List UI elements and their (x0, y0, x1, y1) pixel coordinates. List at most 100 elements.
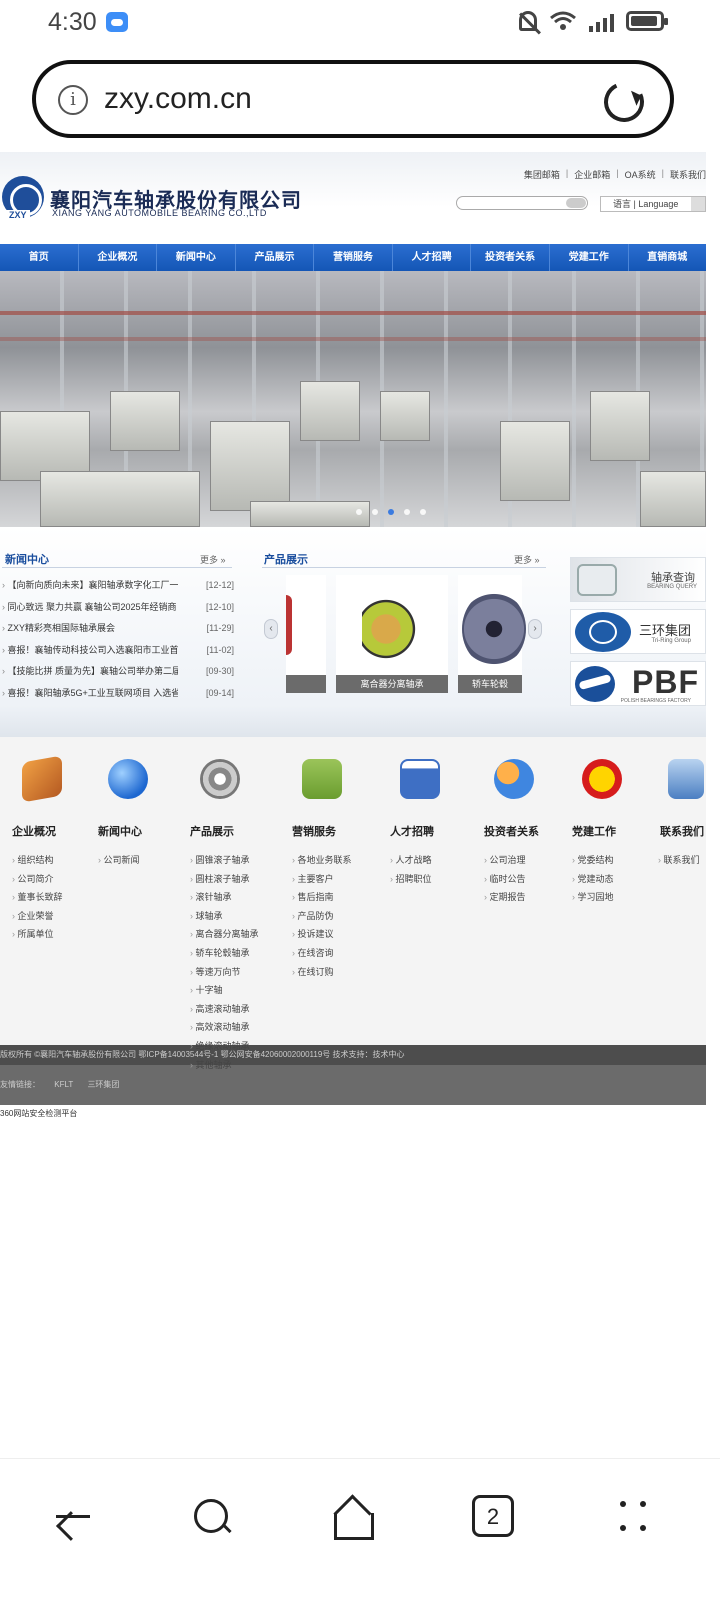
category-link[interactable]: 定期报告 (484, 888, 574, 907)
cloud-app-icon (106, 12, 128, 32)
category-link[interactable]: 公司新闻 (98, 851, 188, 870)
footer-link[interactable]: 三环集团 (87, 1080, 119, 1089)
category-link[interactable]: 招聘职位 (390, 870, 480, 889)
category-title[interactable]: 新闻中心 (98, 823, 188, 839)
category-link[interactable]: 党委结构 (572, 851, 662, 870)
url-text[interactable]: zxy.com.cn (104, 82, 252, 116)
news-item[interactable]: ZXY精彩亮相国际轴承展会[11-29] (2, 618, 235, 640)
category-link[interactable]: 售后指南 (292, 888, 382, 907)
category-link[interactable]: 所属单位 (12, 925, 102, 944)
address-bar[interactable]: i zxy.com.cn (32, 60, 674, 138)
nav-investors[interactable]: 投资者关系 (471, 244, 550, 271)
category-link[interactable]: 轿车轮毂轴承 (190, 944, 280, 963)
top-link-contact[interactable]: 联系我们 (670, 168, 706, 181)
category-link[interactable]: 董事长致辞 (12, 888, 102, 907)
category-title[interactable]: 营销服务 (292, 823, 382, 839)
carousel-dot[interactable] (372, 509, 378, 515)
top-link-company-mail[interactable]: 企业邮箱 (574, 168, 610, 181)
info-icon[interactable]: i (58, 85, 88, 115)
category-link[interactable]: 人才战略 (390, 851, 480, 870)
news-item[interactable]: 喜报！襄轴传动科技公司入选襄阳市工业首[11-02] (2, 640, 235, 662)
category-title[interactable]: 投资者关系 (484, 823, 574, 839)
products-title[interactable]: 产品展示 (264, 551, 308, 567)
category-title[interactable]: 人才招聘 (390, 823, 480, 839)
back-arrow-icon[interactable] (48, 1495, 92, 1539)
top-link-group-mail[interactable]: 集团邮箱 (524, 168, 560, 181)
nav-jobs[interactable]: 人才招聘 (393, 244, 472, 271)
carousel-dot[interactable] (420, 509, 426, 515)
product-card[interactable]: 离合器分离轴承 (336, 575, 448, 693)
category-link[interactable]: 产品防伪 (292, 907, 382, 926)
product-card[interactable] (286, 575, 326, 693)
category-link[interactable]: 公司治理 (484, 851, 574, 870)
site-search-input[interactable] (456, 196, 588, 210)
category-link[interactable]: 党建动态 (572, 870, 662, 889)
nav-shop[interactable]: 直销商城 (629, 244, 707, 271)
category-title[interactable]: 产品展示 (190, 823, 280, 839)
menu-dots-icon[interactable] (614, 1495, 658, 1539)
news-products-section: 新闻中心 更多 » 【向新向质向未来】襄阳轴承数字化工厂一[12-12] 同心致… (0, 527, 706, 737)
category-link[interactable]: 组织结构 (12, 851, 102, 870)
category-link[interactable]: 十字轴 (190, 981, 280, 1000)
hero-banner[interactable] (0, 271, 706, 527)
side-link-pbf[interactable]: PBF POLISH BEARINGS FACTORY (570, 661, 706, 706)
products-more-link[interactable]: 更多 » (514, 553, 540, 566)
tabs-button[interactable]: 2 (472, 1495, 514, 1537)
product-card[interactable]: 轿车轮毂 (458, 575, 526, 693)
nav-news[interactable]: 新闻中心 (157, 244, 236, 271)
carousel-dot[interactable] (356, 509, 362, 515)
news-item[interactable]: 同心致远 聚力共赢 襄轴公司2025年经销商[12-10] (2, 597, 235, 619)
category-link[interactable]: 绝缘滚动轴承 (190, 1037, 280, 1056)
carousel-next-button[interactable]: › (528, 619, 542, 639)
category-link[interactable]: 其他轴承 (190, 1056, 280, 1075)
category-link[interactable]: 联系我们 (658, 851, 706, 870)
top-link-oa[interactable]: OA系统 (625, 168, 656, 181)
news-more-link[interactable]: 更多 » (200, 553, 226, 566)
nav-home[interactable]: 首页 (0, 244, 79, 271)
reload-icon[interactable] (598, 76, 650, 128)
category-link[interactable]: 在线咨询 (292, 944, 382, 963)
category-link[interactable]: 等速万向节 (190, 963, 280, 982)
security-badge-link[interactable]: 360网站安全检测平台 (0, 1105, 706, 1123)
search-icon[interactable] (190, 1495, 234, 1539)
carousel-dot-active[interactable] (388, 509, 394, 515)
news-item[interactable]: 【技能比拼 质量为先】襄轴公司举办第二届[09-30] (2, 661, 235, 683)
party-emblem-icon (582, 759, 622, 799)
category-link[interactable]: 高速滚动轴承 (190, 1000, 280, 1019)
category-link[interactable]: 公司简介 (12, 870, 102, 889)
category-link[interactable]: 高效滚动轴承 (190, 1018, 280, 1037)
side-link-tri-ring[interactable]: 三环集团 Tri-Ring Group (570, 609, 706, 654)
nav-marketing[interactable]: 营销服务 (314, 244, 393, 271)
nav-products[interactable]: 产品展示 (236, 244, 315, 271)
search-icon[interactable] (566, 198, 586, 208)
news-item[interactable]: 喜报！襄阳轴承5G+工业互联网项目 入选省[09-14] (2, 683, 235, 705)
nav-party[interactable]: 党建工作 (550, 244, 629, 271)
news-item[interactable]: 【向新向质向未来】襄阳轴承数字化工厂一[12-12] (2, 575, 235, 597)
product-caption[interactable]: 轿车轮毂 (458, 675, 522, 693)
product-caption[interactable]: 离合器分离轴承 (336, 675, 448, 693)
category-link[interactable]: 企业荣誉 (12, 907, 102, 926)
home-icon[interactable] (330, 1495, 374, 1540)
news-title[interactable]: 新闻中心 (5, 551, 49, 567)
category-title[interactable]: 企业概况 (12, 823, 102, 839)
category-link[interactable]: 临时公告 (484, 870, 574, 889)
category-link[interactable]: 主要客户 (292, 870, 382, 889)
category-link[interactable]: 球轴承 (190, 907, 280, 926)
category-title[interactable]: 党建工作 (572, 823, 662, 839)
category-link[interactable]: 滚针轴承 (190, 888, 280, 907)
side-link-bearing-query[interactable]: 轴承查询 BEARING QUERY (570, 557, 706, 602)
carousel-prev-button[interactable]: ‹ (264, 619, 278, 639)
category-link[interactable]: 投诉建议 (292, 925, 382, 944)
carousel-dot[interactable] (404, 509, 410, 515)
language-select[interactable]: 语言 | Language (600, 196, 706, 212)
nav-overview[interactable]: 企业概况 (79, 244, 158, 271)
category-link[interactable]: 学习园地 (572, 888, 662, 907)
category-link[interactable]: 圆柱滚子轴承 (190, 870, 280, 889)
footer-link[interactable]: KFLT (54, 1080, 73, 1089)
category-link[interactable]: 离合器分离轴承 (190, 925, 280, 944)
logo-icon[interactable] (2, 176, 44, 220)
category-link[interactable]: 各地业务联系 (292, 851, 382, 870)
category-title[interactable]: 联系我们 (660, 823, 706, 839)
category-link[interactable]: 圆锥滚子轴承 (190, 851, 280, 870)
category-link[interactable]: 在线订购 (292, 963, 382, 982)
